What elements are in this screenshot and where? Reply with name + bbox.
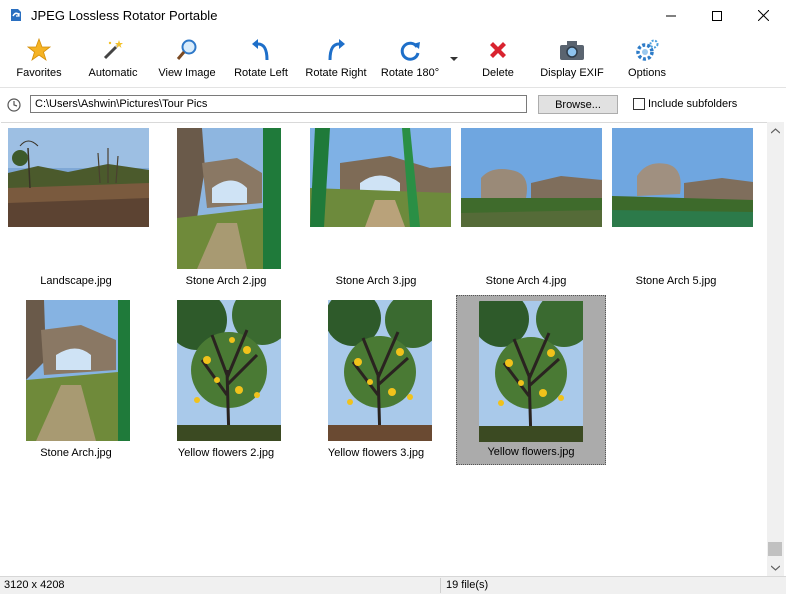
scrollbar-thumb[interactable] xyxy=(768,542,782,556)
file-item[interactable]: Yellow flowers 2.jpg xyxy=(151,295,301,465)
app-icon xyxy=(11,9,21,21)
automatic-label: Automatic xyxy=(88,67,138,79)
history-clock-icon[interactable] xyxy=(6,97,22,113)
rotate-180-icon xyxy=(400,41,420,61)
thumbnail-gallery[interactable]: Landscape.jpg Stone Arch 2.jpg Stone Arc… xyxy=(1,122,767,577)
rotate-right-button[interactable]: Rotate Right xyxy=(303,37,369,83)
thumbnail-landscape xyxy=(8,128,149,227)
file-item[interactable]: Stone Arch 4.jpg xyxy=(451,123,602,293)
gear-icon xyxy=(636,39,659,61)
path-bar: Browse... Include subfolders xyxy=(0,88,786,122)
file-item[interactable]: Stone Arch.jpg xyxy=(1,295,151,465)
file-item[interactable]: Stone Arch 2.jpg xyxy=(151,123,301,293)
file-item[interactable]: Stone Arch 3.jpg xyxy=(301,123,451,293)
minimize-button[interactable] xyxy=(648,0,694,31)
star-icon xyxy=(27,38,51,62)
image-dimensions: 3120 x 4208 xyxy=(4,579,65,591)
chevron-down-icon xyxy=(771,565,780,571)
file-name: Stone Arch 4.jpg xyxy=(485,275,567,287)
favorites-button[interactable]: Favorites xyxy=(14,37,64,83)
thumbnail-stone-arch-3 xyxy=(310,128,451,227)
include-subfolders-checkbox[interactable] xyxy=(633,98,645,110)
delete-button[interactable]: Delete xyxy=(479,37,517,83)
vertical-scrollbar[interactable] xyxy=(767,122,784,576)
automatic-button[interactable]: Automatic xyxy=(86,37,140,83)
title-bar: JPEG Lossless Rotator Portable xyxy=(0,0,786,31)
delete-label: Delete xyxy=(482,67,514,79)
file-count: 19 file(s) xyxy=(446,579,489,591)
chevron-up-icon xyxy=(771,127,780,133)
favorites-label: Favorites xyxy=(16,67,62,79)
rotate-right-icon xyxy=(328,39,345,61)
rotate-180-label: Rotate 180° xyxy=(380,67,440,79)
include-subfolders-label: Include subfolders xyxy=(648,98,738,110)
file-name: Yellow flowers 3.jpg xyxy=(327,447,425,459)
status-divider xyxy=(440,578,441,593)
file-item-selected[interactable]: Yellow flowers.jpg xyxy=(456,295,606,465)
file-name: Stone Arch 3.jpg xyxy=(335,275,417,287)
toolbar: Favorites Automatic View Image Rotate Le… xyxy=(0,31,786,88)
rotate-left-button[interactable]: Rotate Left xyxy=(231,37,291,83)
thumbnail-stone-arch-4 xyxy=(461,128,602,227)
thumbnail-stone-arch-5 xyxy=(612,128,753,227)
display-exif-button[interactable]: Display EXIF xyxy=(540,37,604,83)
thumbnail-yellow-flowers-2 xyxy=(177,300,281,441)
chevron-down-icon xyxy=(450,57,458,61)
file-name: Stone Arch 2.jpg xyxy=(185,275,267,287)
status-bar: 3120 x 4208 19 file(s) xyxy=(0,576,786,594)
scroll-down-button[interactable] xyxy=(767,559,784,576)
magic-wand-icon xyxy=(103,40,123,60)
thumbnail-yellow-flowers xyxy=(479,301,583,442)
rotate-right-label: Rotate Right xyxy=(305,67,367,79)
scroll-up-button[interactable] xyxy=(767,122,784,139)
file-name: Yellow flowers.jpg xyxy=(487,446,575,458)
options-button[interactable]: Options xyxy=(624,37,670,83)
delete-x-icon xyxy=(490,42,506,58)
view-image-label: View Image xyxy=(158,67,216,79)
rotate-left-label: Rotate Left xyxy=(234,67,288,79)
rotate-dropdown-arrow[interactable] xyxy=(449,54,459,64)
display-exif-label: Display EXIF xyxy=(540,67,604,79)
close-button[interactable] xyxy=(740,0,786,31)
file-name: Stone Arch 5.jpg xyxy=(635,275,717,287)
maximize-icon xyxy=(712,10,722,21)
thumbnail-stone-arch xyxy=(26,300,130,441)
folder-path-input[interactable] xyxy=(30,95,527,113)
magnifier-icon xyxy=(176,39,197,60)
file-item[interactable]: Yellow flowers 3.jpg xyxy=(301,295,451,465)
window-title: JPEG Lossless Rotator Portable xyxy=(31,8,218,23)
maximize-button[interactable] xyxy=(694,0,740,31)
browse-button[interactable]: Browse... xyxy=(538,95,618,114)
file-name: Landscape.jpg xyxy=(40,275,112,287)
close-icon xyxy=(757,10,769,21)
options-label: Options xyxy=(628,67,666,79)
thumbnail-stone-arch-2 xyxy=(177,128,281,269)
thumbnail-yellow-flowers-3 xyxy=(328,300,432,441)
file-item[interactable]: Stone Arch 5.jpg xyxy=(601,123,753,293)
file-name: Yellow flowers 2.jpg xyxy=(177,447,275,459)
camera-icon xyxy=(560,41,584,60)
rotate-180-button[interactable]: Rotate 180° xyxy=(379,37,441,83)
minimize-icon xyxy=(666,15,676,16)
file-item[interactable]: Landscape.jpg xyxy=(1,123,151,293)
rotate-left-icon xyxy=(252,39,269,61)
file-name: Stone Arch.jpg xyxy=(40,447,112,459)
view-image-button[interactable]: View Image xyxy=(158,37,216,83)
